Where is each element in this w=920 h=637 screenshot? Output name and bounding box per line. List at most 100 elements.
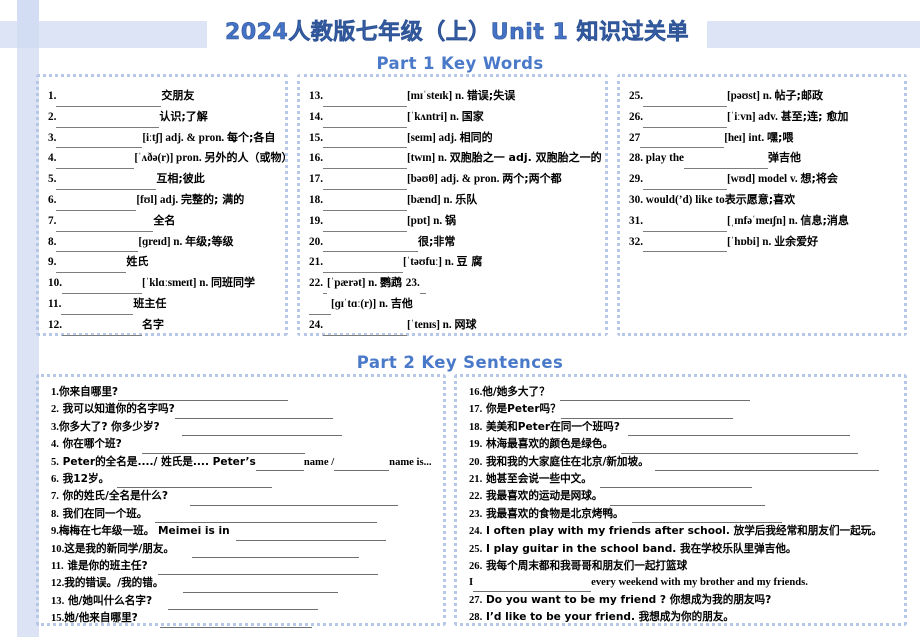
- answer-blank[interactable]: [61, 324, 142, 336]
- part-of-speech: n.: [452, 90, 467, 102]
- part-of-speech: n.: [365, 277, 380, 290]
- answer-blank[interactable]: [56, 95, 162, 107]
- word-number: 28. play the: [629, 152, 685, 165]
- answer-blank[interactable]: [322, 116, 407, 128]
- answer-line[interactable]: [190, 492, 398, 506]
- answer-blank[interactable]: [642, 240, 727, 253]
- answer-blank[interactable]: [309, 303, 331, 315]
- worksheet-page: 2024人教版七年级（上）Unit 1 知识过关单 Part 1 Key Wor…: [0, 0, 920, 637]
- phonetic: [fʊl]: [136, 193, 158, 206]
- answer-line[interactable]: [141, 440, 305, 454]
- answer-line[interactable]: [192, 544, 360, 559]
- chinese-meaning: 两个;两个都: [502, 172, 562, 186]
- answer-blank[interactable]: [642, 178, 727, 190]
- sentence-text: 她甚至会说一些中文。: [482, 473, 592, 486]
- answer-blank[interactable]: [322, 178, 407, 190]
- answer-line[interactable]: [621, 440, 859, 454]
- part-of-speech: n.: [759, 235, 775, 248]
- sentence-number: 4.: [51, 439, 59, 451]
- chinese-meaning: 同班同学: [211, 276, 256, 290]
- chinese-meaning: 全名: [153, 213, 176, 227]
- answer-blank[interactable]: [419, 282, 426, 294]
- answer-blank[interactable]: [642, 116, 727, 128]
- answer-blank[interactable]: [56, 157, 135, 170]
- phonetic: [ˈʌðə(r)]: [134, 152, 174, 165]
- sentence-item: 19. 林海最喜欢的颜色是绿色。: [469, 436, 898, 454]
- answer-line[interactable]: [168, 596, 319, 611]
- answer-blank[interactable]: [56, 220, 154, 232]
- answer-line[interactable]: [334, 462, 390, 472]
- word-number: 12.: [48, 318, 62, 331]
- chinese-meaning: 弹吉他: [768, 151, 802, 165]
- sentence-item: 3.你多大了? 你多少岁?: [51, 419, 437, 437]
- part-of-speech: adj. & pron.: [162, 131, 228, 144]
- answer-line[interactable]: [255, 462, 304, 472]
- answer-line[interactable]: [560, 405, 733, 419]
- answer-blank[interactable]: [322, 240, 418, 253]
- word-item: 14. [ˈkʌntri] n. 国家: [309, 107, 600, 128]
- answer-line[interactable]: [473, 578, 592, 592]
- answer-blank[interactable]: [640, 136, 725, 149]
- word-item: 22. [ˈpærət] n. 鹦鹉 23.: [309, 273, 600, 294]
- answer-blank[interactable]: [56, 240, 139, 253]
- answer-blank[interactable]: [56, 116, 160, 128]
- answer-blank[interactable]: [56, 261, 127, 274]
- answer-line[interactable]: [631, 509, 782, 524]
- answer-line[interactable]: [118, 387, 289, 402]
- sentence-number: 21.: [469, 474, 483, 486]
- part-of-speech: n.: [435, 152, 450, 165]
- sentence-text: 我每个周末都和我哥哥和朋友们一起打篮球: [482, 560, 688, 573]
- answer-blank[interactable]: [322, 324, 407, 336]
- word-item: 25. [pəʊst] n. 帖子;邮政: [629, 86, 899, 107]
- sentence-text: 我最喜欢的食物是北京烤鸭。: [482, 507, 624, 520]
- answer-blank[interactable]: [322, 157, 407, 170]
- answer-blank[interactable]: [56, 136, 143, 149]
- answer-blank[interactable]: [322, 220, 407, 232]
- answer-blank[interactable]: [322, 95, 407, 107]
- answer-blank[interactable]: [56, 199, 137, 211]
- sentence-item: 26. 我每个周末都和我哥哥和朋友们一起打篮球: [469, 558, 898, 575]
- sentence-number: 10.: [51, 543, 65, 555]
- answer-line[interactable]: [159, 614, 312, 628]
- answer-blank[interactable]: [56, 178, 157, 190]
- word-number: 14.: [309, 110, 323, 123]
- answer-line[interactable]: [599, 474, 752, 489]
- chinese-meaning: 相同的: [459, 130, 493, 144]
- sentence-text: I often play with my friends after schoo…: [482, 525, 882, 538]
- answer-line[interactable]: [610, 492, 766, 506]
- answer-line[interactable]: [174, 405, 333, 419]
- answer-blank[interactable]: [61, 282, 142, 294]
- part2-column-2: 16.他/她多大了？ 17. 你是Peter吗？ 18. 美美和Peter在同一个班…: [454, 374, 907, 626]
- sentence-item: 6. 我12岁。: [51, 471, 437, 489]
- answer-line[interactable]: [654, 457, 879, 472]
- answer-line[interactable]: [235, 527, 386, 541]
- answer-line[interactable]: [155, 509, 378, 524]
- part2-column-1: 1.你来自哪里? 2. 我可以知道你的名字吗? 3.你多大了? 你多少岁? 4. 你在…: [36, 374, 446, 628]
- answer-blank[interactable]: [322, 199, 407, 211]
- word-number: 32.: [629, 235, 643, 248]
- sentence-item: 13. 他/她叫什么名字?: [51, 593, 437, 611]
- answer-blank[interactable]: [684, 157, 769, 170]
- answer-line[interactable]: [157, 561, 378, 576]
- word-item: 5. 互相;彼此: [48, 169, 280, 190]
- sentence-item: Ievery weekend with my brother and my fr…: [469, 575, 898, 592]
- sentence-number: 11.: [51, 561, 64, 573]
- answer-blank[interactable]: [642, 95, 727, 107]
- answer-blank[interactable]: [322, 261, 403, 274]
- word-item: 26. [ˈiːvn] adv. 甚至;连; 愈加: [629, 107, 899, 128]
- word-number: 19.: [309, 214, 323, 227]
- answer-blank[interactable]: [642, 220, 727, 232]
- answer-line[interactable]: [117, 474, 273, 489]
- sentence-item: 1.你来自哪里?: [51, 384, 437, 402]
- answer-line[interactable]: [181, 422, 342, 437]
- answer-line[interactable]: [627, 422, 850, 437]
- answer-blank[interactable]: [61, 303, 134, 315]
- word-number: 17.: [309, 173, 323, 186]
- sentence-number: 26.: [469, 561, 483, 573]
- sentence-number: 19.: [469, 439, 483, 451]
- answer-line[interactable]: [183, 579, 339, 593]
- answer-blank[interactable]: [322, 136, 407, 149]
- answer-line[interactable]: [559, 387, 750, 402]
- sentence-item: 16.他/她多大了？: [469, 384, 898, 402]
- sentence-item: 21. 她甚至会说一些中文。: [469, 471, 898, 489]
